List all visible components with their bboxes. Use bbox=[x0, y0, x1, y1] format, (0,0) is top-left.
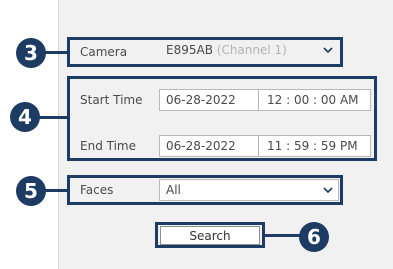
camera-value: E895AB bbox=[166, 43, 213, 57]
faces-label: Faces bbox=[80, 183, 114, 197]
start-date-field[interactable]: 06-28-2022 bbox=[159, 89, 259, 111]
camera-select[interactable]: E895AB (Channel 1) bbox=[160, 40, 338, 62]
search-button[interactable]: Search bbox=[160, 226, 260, 245]
callout-5: 5 bbox=[16, 176, 46, 206]
end-time-label: End Time bbox=[80, 139, 136, 153]
faces-value: All bbox=[166, 183, 181, 197]
camera-channel: (Channel 1) bbox=[216, 43, 287, 57]
callout-5-line bbox=[44, 189, 68, 192]
start-time-label: Start Time bbox=[80, 93, 143, 107]
start-time-field[interactable]: 12 : 00 : 00 AM bbox=[259, 89, 371, 111]
camera-label: Camera bbox=[80, 45, 128, 59]
callout-4: 4 bbox=[10, 102, 40, 132]
callout-3: 3 bbox=[16, 38, 46, 68]
chevron-down-icon bbox=[323, 187, 333, 194]
callout-4-line bbox=[38, 116, 68, 119]
end-time-field[interactable]: 11 : 59 : 59 PM bbox=[259, 135, 371, 157]
faces-select[interactable]: All bbox=[159, 179, 339, 201]
callout-6-line bbox=[265, 234, 301, 237]
end-date-field[interactable]: 06-28-2022 bbox=[159, 135, 259, 157]
callout-6: 6 bbox=[299, 222, 329, 252]
chevron-down-icon bbox=[323, 47, 333, 54]
callout-3-line bbox=[44, 51, 68, 54]
